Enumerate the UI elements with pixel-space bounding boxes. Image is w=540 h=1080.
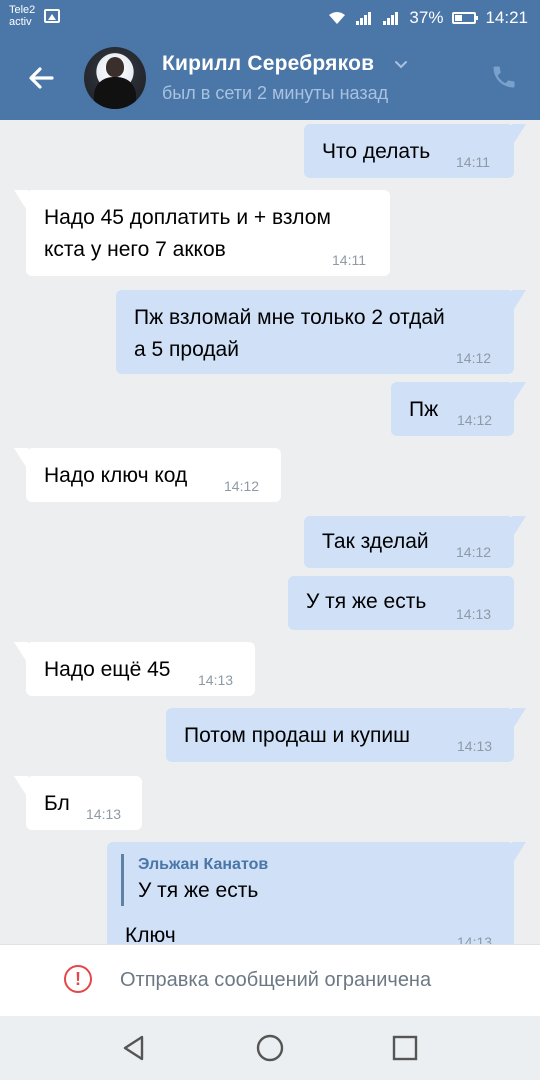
- gallery-icon: [44, 9, 60, 23]
- message-bubble-outgoing[interactable]: Пж взломай мне только 2 отдай а 5 продай…: [116, 290, 526, 374]
- message-time: 14:12: [224, 478, 260, 494]
- message-text: Надо 45 доплатить и + взлом: [44, 206, 331, 229]
- nav-home-icon[interactable]: [252, 1030, 288, 1066]
- message-time: 14:12: [456, 350, 492, 366]
- message-bubble-outgoing[interactable]: Так зделай 14:12: [304, 516, 526, 568]
- bubble-tail: [14, 190, 28, 212]
- clock: 14:21: [485, 8, 528, 27]
- back-arrow-icon[interactable]: [22, 58, 62, 98]
- carrier: Tele2 activ: [9, 4, 35, 28]
- message-text: У тя же есть: [306, 590, 427, 613]
- message-text: Пж: [409, 398, 439, 421]
- message-text: Бл: [44, 792, 70, 815]
- bubble-tail: [512, 290, 526, 312]
- message-bubble-outgoing[interactable]: Что делать 14:11: [304, 124, 526, 178]
- battery-percent: 37%: [409, 8, 444, 27]
- bubble-tail: [512, 708, 526, 730]
- message-list[interactable]: Что делать 14:11 Надо 45 доплатить и + в…: [0, 120, 540, 944]
- bubble-tail: [512, 382, 526, 404]
- message-text: Ключ: [125, 924, 176, 944]
- message-text: а 5 продай: [134, 338, 239, 361]
- chevron-down-icon[interactable]: [394, 58, 408, 72]
- avatar-body: [94, 77, 136, 109]
- message-time: 14:12: [456, 544, 492, 560]
- contact-name[interactable]: Кирилл Серебряков: [162, 52, 374, 76]
- message-bubble-outgoing[interactable]: Пж 14:12: [391, 382, 526, 436]
- bubble-tail: [14, 642, 28, 664]
- message-time: 14:13: [198, 672, 234, 688]
- message-time: 14:13: [456, 606, 492, 622]
- avatar[interactable]: [84, 47, 146, 109]
- last-seen-status: был в сети 2 минуты назад: [162, 83, 389, 103]
- messaging-restricted-bar: ! Отправка сообщений ограничена: [0, 944, 540, 1017]
- message-bubble-outgoing[interactable]: Потом продаш и купиш 14:13: [166, 708, 526, 762]
- bubble-tail: [14, 448, 28, 470]
- signal-icon: [355, 11, 373, 25]
- quote-author: Эльжан Канатов: [138, 856, 269, 873]
- carrier-line2: activ: [9, 16, 32, 28]
- message-text: Потом продаш и купиш: [184, 724, 410, 747]
- status-right: 37% 14:21: [328, 8, 528, 28]
- message-bubble-incoming[interactable]: Надо ключ код 14:12: [14, 448, 281, 502]
- phone-icon[interactable]: [490, 63, 518, 91]
- system-navigation-bar: [0, 1016, 540, 1080]
- reply-quote[interactable]: Эльжан Канатов У тя же есть: [121, 854, 268, 906]
- carrier-line1: Tele2: [9, 4, 36, 16]
- message-time: 14:12: [457, 412, 493, 428]
- message-text: Так зделай: [322, 530, 429, 553]
- bubble-tail: [14, 776, 28, 798]
- quote-text: У тя же есть: [138, 879, 259, 902]
- bubble-tail: [512, 516, 526, 538]
- message-text: Что делать: [322, 140, 431, 163]
- nav-recents-icon[interactable]: [387, 1030, 423, 1066]
- signal-icon: [382, 11, 400, 25]
- message-time: 14:13: [86, 806, 122, 822]
- chat-header: Кирилл Серебряков был в сети 2 минуты на…: [0, 36, 540, 120]
- bubble-tail: [512, 842, 526, 864]
- message-bubble-outgoing[interactable]: У тя же есть 14:13: [288, 576, 514, 630]
- restriction-text: Отправка сообщений ограничена: [120, 969, 432, 991]
- message-time: 14:13: [457, 934, 493, 944]
- bubble-tail: [512, 124, 526, 146]
- message-bubble-incoming[interactable]: Надо 45 доплатить и + взлом кста у него …: [14, 190, 390, 276]
- message-text: Надо ещё 45: [44, 658, 171, 681]
- message-time: 14:11: [456, 154, 490, 170]
- message-text: Надо ключ код: [44, 464, 188, 487]
- message-bubble-outgoing[interactable]: Эльжан Канатов У тя же есть Ключ 14:13: [107, 842, 526, 944]
- avatar-head: [106, 57, 124, 77]
- alert-circle-icon: !: [64, 965, 92, 993]
- battery-icon: [452, 12, 479, 24]
- message-bubble-incoming[interactable]: Бл 14:13: [14, 776, 142, 830]
- nav-back-icon[interactable]: [116, 1030, 152, 1066]
- message-time: 14:13: [457, 738, 493, 754]
- message-text: кста у него 7 акков: [44, 238, 226, 261]
- message-time: 14:11: [332, 252, 366, 268]
- message-text: Пж взломай мне только 2 отдай: [134, 306, 445, 329]
- wifi-icon: [328, 11, 346, 25]
- status-bar: Tele2 activ 37% 14:21: [0, 0, 540, 36]
- message-bubble-incoming[interactable]: Надо ещё 45 14:13: [14, 642, 255, 696]
